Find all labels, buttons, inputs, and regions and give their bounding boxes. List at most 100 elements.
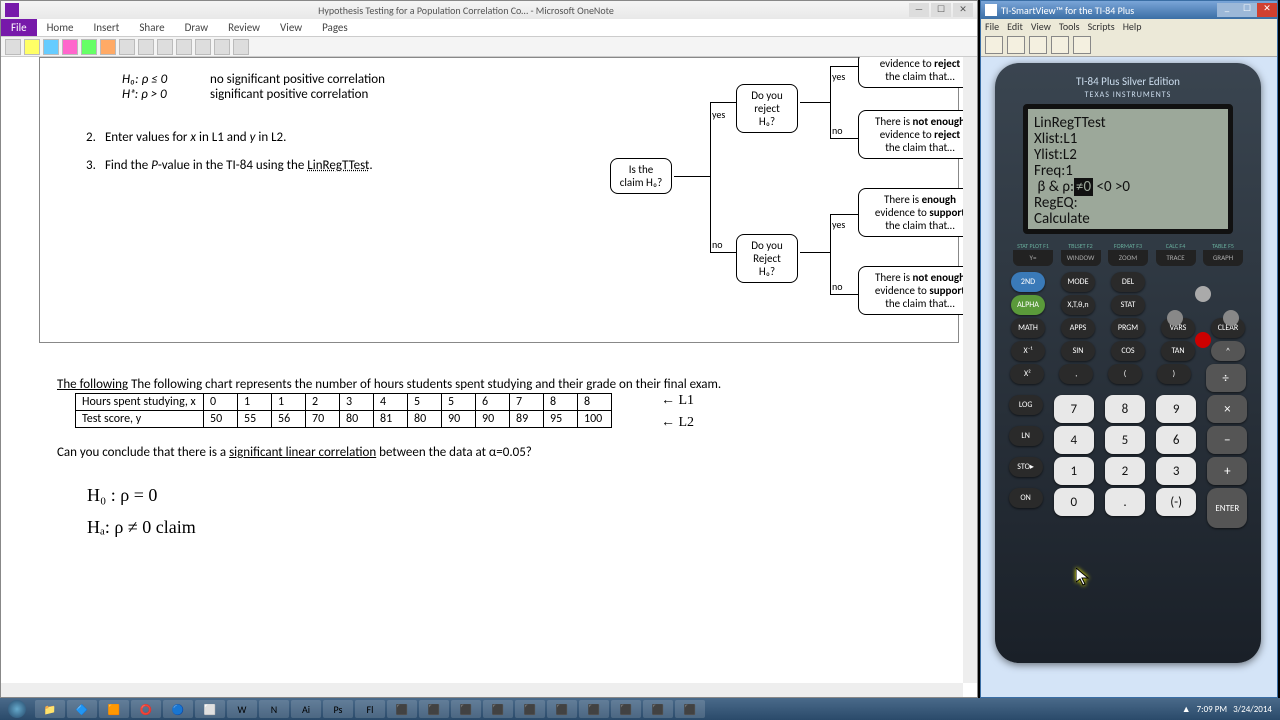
taskbar-fl[interactable]: Fl xyxy=(355,700,385,718)
key-apps[interactable]: APPS xyxy=(1061,318,1095,338)
taskbar-app12[interactable]: ⬛ xyxy=(643,700,673,718)
dpad-right[interactable] xyxy=(1223,310,1239,326)
dpad-left[interactable] xyxy=(1167,310,1183,326)
menu-scripts[interactable]: Scripts xyxy=(1088,20,1115,33)
key-stat[interactable]: STAT xyxy=(1111,295,1145,315)
dpad-down[interactable] xyxy=(1195,332,1211,348)
sv-tool-4[interactable] xyxy=(1051,36,1069,54)
taskbar-app9[interactable]: ⬛ xyxy=(547,700,577,718)
key-rparen[interactable]: ) xyxy=(1157,364,1191,384)
sv-tool-3[interactable] xyxy=(1029,36,1047,54)
taskbar-explorer[interactable]: 📁 xyxy=(35,700,65,718)
key-xinv[interactable]: X⁻¹ xyxy=(1011,341,1045,361)
taskbar-app3[interactable]: ⬜ xyxy=(195,700,225,718)
tool-pan[interactable] xyxy=(195,39,211,55)
taskbar-onenote[interactable]: N xyxy=(259,700,289,718)
key-on[interactable]: ON xyxy=(1009,488,1043,508)
key-4[interactable]: 4 xyxy=(1054,426,1094,454)
menu-help[interactable]: Help xyxy=(1123,20,1142,33)
key-6[interactable]: 6 xyxy=(1156,426,1196,454)
minimize-button[interactable]: — xyxy=(909,3,929,17)
key-sub[interactable]: − xyxy=(1207,426,1247,454)
key-enter[interactable]: ENTER xyxy=(1207,488,1247,528)
tab-pages[interactable]: Pages xyxy=(312,19,358,36)
tab-view[interactable]: View xyxy=(270,19,312,36)
tool-select[interactable] xyxy=(176,39,192,55)
dpad-up[interactable] xyxy=(1195,286,1211,302)
taskbar[interactable]: 📁 🔷 🟧 ⭕ 🔵 ⬜ W N Ai Ps Fl ⬛ ⬛ ⬛ ⬛ ⬛ ⬛ ⬛ ⬛… xyxy=(0,698,1280,720)
sv-minimize[interactable]: _ xyxy=(1217,3,1237,17)
key-mul[interactable]: × xyxy=(1207,395,1247,423)
tool-pen1[interactable] xyxy=(5,39,21,55)
scrollbar-horizontal[interactable] xyxy=(1,683,963,697)
key-div[interactable]: ÷ xyxy=(1206,364,1246,392)
smartview-titlebar[interactable]: TI-SmartView™ for the TI-84 Plus _ ☐ ✕ xyxy=(981,1,1277,19)
key-comma[interactable]: , xyxy=(1059,364,1093,384)
tool-zoom[interactable] xyxy=(214,39,230,55)
key-x2[interactable]: X² xyxy=(1010,364,1044,384)
taskbar-ai[interactable]: Ai xyxy=(291,700,321,718)
taskbar-app6[interactable]: ⬛ xyxy=(451,700,481,718)
sv-close[interactable]: ✕ xyxy=(1257,3,1277,17)
sv-maximize[interactable]: ☐ xyxy=(1237,3,1257,17)
key-cos[interactable]: COS xyxy=(1111,341,1145,361)
tool-undo[interactable] xyxy=(119,39,135,55)
sv-tool-2[interactable] xyxy=(1007,36,1025,54)
tab-insert[interactable]: Insert xyxy=(84,19,130,36)
taskbar-ps[interactable]: Ps xyxy=(323,700,353,718)
tool-hl-pink[interactable] xyxy=(62,39,78,55)
tab-share[interactable]: Share xyxy=(129,19,174,36)
tool-redo[interactable] xyxy=(138,39,154,55)
key-dot[interactable]: . xyxy=(1105,488,1145,516)
key-1[interactable]: 1 xyxy=(1054,457,1094,485)
file-tab[interactable]: File xyxy=(1,19,37,36)
tool-hl-green[interactable] xyxy=(81,39,97,55)
system-tray[interactable]: ▲ 7:09 PM 3/24/2014 xyxy=(1174,704,1280,715)
taskbar-app1[interactable]: 🔷 xyxy=(67,700,97,718)
taskbar-app7[interactable]: ⬛ xyxy=(483,700,513,718)
key-7[interactable]: 7 xyxy=(1054,395,1094,423)
sv-tool-1[interactable] xyxy=(985,36,1003,54)
taskbar-app10[interactable]: ⬛ xyxy=(579,700,609,718)
key-5[interactable]: 5 xyxy=(1105,426,1145,454)
key-del[interactable]: DEL xyxy=(1111,272,1145,292)
taskbar-app13[interactable]: ⬛ xyxy=(675,700,705,718)
key-sto[interactable]: STO▸ xyxy=(1009,457,1043,477)
menu-file[interactable]: File xyxy=(985,20,999,33)
key-trace[interactable]: TRACE xyxy=(1156,250,1196,266)
taskbar-skype[interactable]: 🔵 xyxy=(163,700,193,718)
key-ln[interactable]: LN xyxy=(1009,426,1043,446)
menu-tools[interactable]: Tools xyxy=(1059,20,1080,33)
tab-review[interactable]: Review xyxy=(218,19,270,36)
key-math[interactable]: MATH xyxy=(1011,318,1045,338)
tool-eraser[interactable] xyxy=(157,39,173,55)
taskbar-app5[interactable]: ⬛ xyxy=(419,700,449,718)
key-0[interactable]: 0 xyxy=(1054,488,1094,516)
key-xt[interactable]: X,T,θ,n xyxy=(1061,295,1095,315)
taskbar-app8[interactable]: ⬛ xyxy=(515,700,545,718)
page-canvas[interactable]: H₀: ρ ≤ 0no significant positive correla… xyxy=(1,57,963,683)
key-y[interactable]: Y= xyxy=(1013,250,1053,266)
start-button[interactable] xyxy=(0,698,34,720)
key-neg[interactable]: (-) xyxy=(1156,488,1196,516)
key-9[interactable]: 9 xyxy=(1156,395,1196,423)
taskbar-chrome[interactable]: ⭕ xyxy=(131,700,161,718)
key-window[interactable]: WINDOW xyxy=(1061,250,1101,266)
maximize-button[interactable]: ☐ xyxy=(931,3,951,17)
onenote-titlebar[interactable]: Hypothesis Testing for a Population Corr… xyxy=(1,1,977,19)
taskbar-app4[interactable]: ⬛ xyxy=(387,700,417,718)
taskbar-word[interactable]: W xyxy=(227,700,257,718)
menu-edit[interactable]: Edit xyxy=(1007,20,1023,33)
key-lparen[interactable]: ( xyxy=(1108,364,1142,384)
scrollbar-vertical[interactable] xyxy=(963,57,977,683)
tool-hl-blue[interactable] xyxy=(43,39,59,55)
key-alpha[interactable]: ALPHA xyxy=(1011,295,1045,315)
key-log[interactable]: LOG xyxy=(1009,395,1043,415)
tool-more[interactable] xyxy=(233,39,249,55)
tab-home[interactable]: Home xyxy=(37,19,84,36)
tool-hl-yellow[interactable] xyxy=(24,39,40,55)
key-prgm[interactable]: PRGM xyxy=(1111,318,1145,338)
key-mode[interactable]: MODE xyxy=(1061,272,1095,292)
menu-view[interactable]: View xyxy=(1031,20,1051,33)
key-zoom[interactable]: ZOOM xyxy=(1108,250,1148,266)
